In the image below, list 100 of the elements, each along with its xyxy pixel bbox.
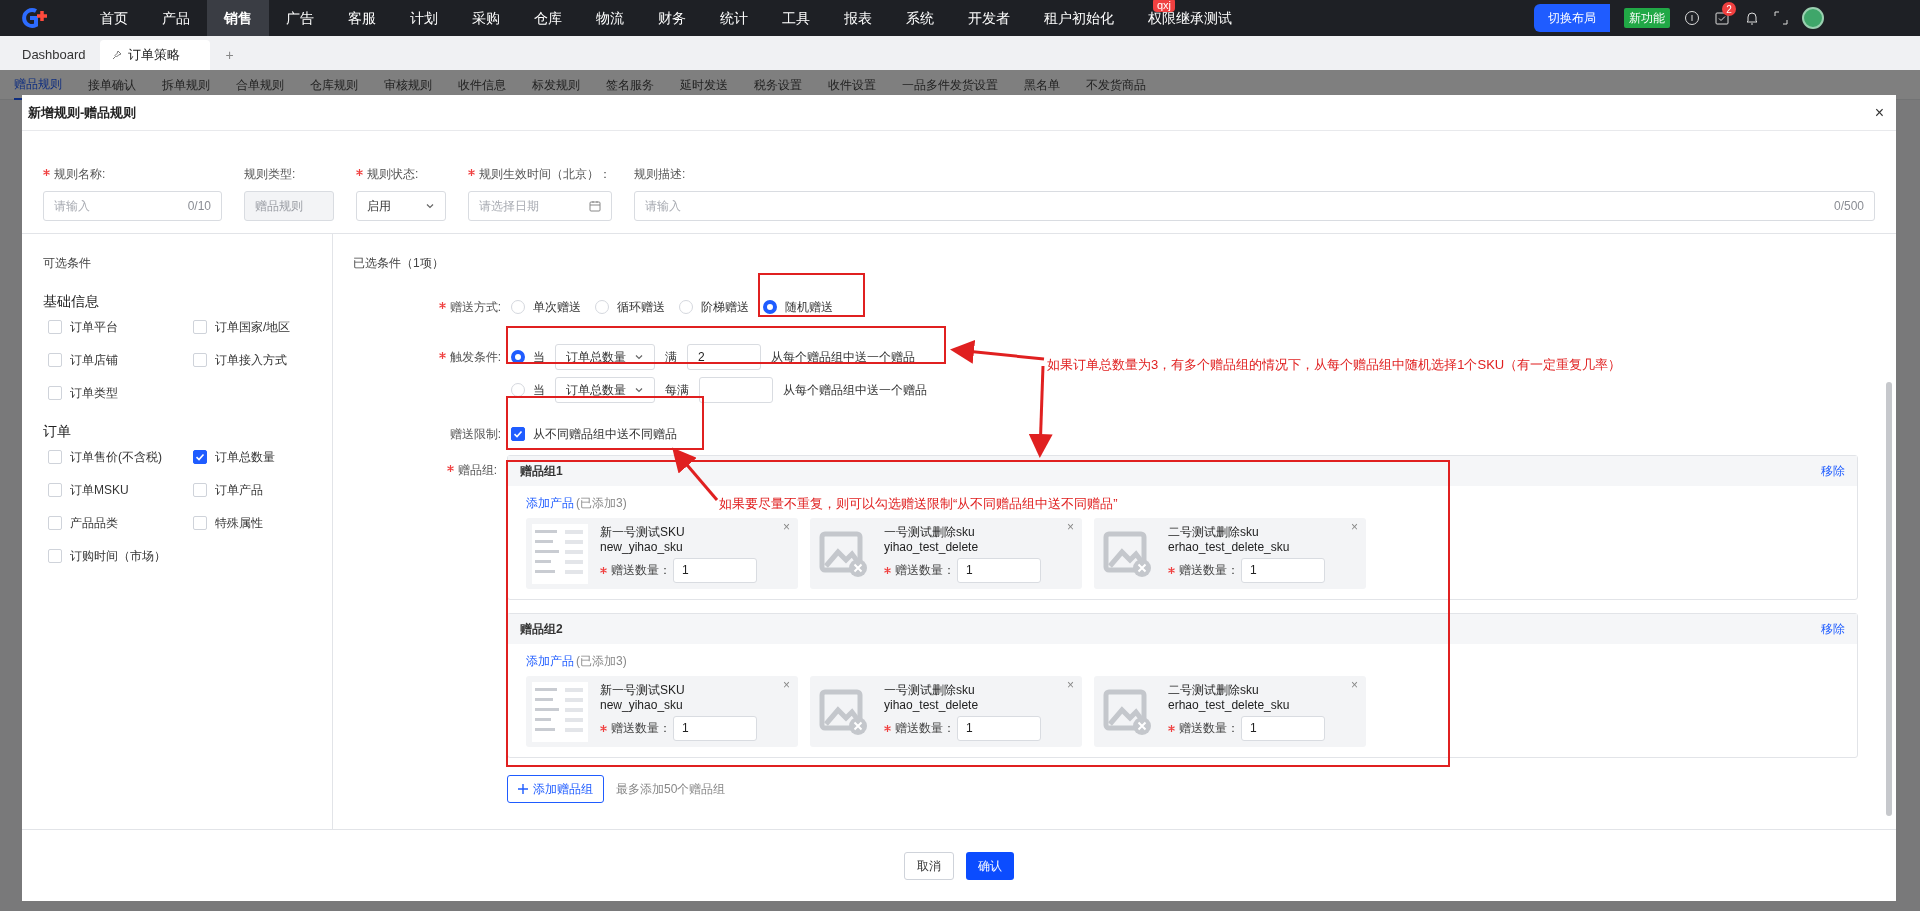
added-count: (已添加3)	[576, 495, 627, 512]
field-label: 规则生效时间（北京）：	[468, 165, 612, 183]
add-tab-button[interactable]: +	[211, 40, 248, 70]
required-icon	[600, 566, 607, 574]
add-product-link[interactable]: 添加产品	[526, 652, 574, 670]
hint-text: 最多添加50个赠品组	[616, 781, 726, 798]
nav-menu-item[interactable]: 客服	[331, 0, 393, 36]
required-icon	[446, 465, 454, 472]
quantity-label: 赠送数量：	[1179, 720, 1239, 736]
select-value: 启用	[367, 198, 391, 215]
form-label: 赠送限制:	[448, 426, 502, 443]
nav-menu-item[interactable]: 仓库	[517, 0, 579, 36]
metric-select[interactable]: 订单总数量	[555, 377, 655, 403]
confirm-button[interactable]: 确认	[966, 851, 1014, 880]
character-counter: 0/500	[1833, 198, 1864, 215]
operator-label: 每满	[665, 382, 689, 399]
user-badge: qxj	[1153, 0, 1176, 12]
avatar[interactable]	[1802, 7, 1824, 29]
nav-menu-item[interactable]: 报表	[827, 0, 889, 36]
option-label: 阶梯赠送	[701, 299, 749, 316]
nav-menu-item[interactable]: 首页	[83, 0, 145, 36]
remove-link[interactable]: 移除	[1821, 620, 1845, 638]
switch-layout-button[interactable]: 切换布局	[1534, 4, 1610, 32]
required-icon	[884, 724, 891, 732]
nav-menu-item[interactable]: 权限继承测试 qxj	[1131, 0, 1249, 36]
new-feature-badge[interactable]: 新功能	[1624, 8, 1670, 28]
nav-menu-item[interactable]: 产品	[145, 0, 207, 36]
product-name: 一号测试删除sku	[884, 524, 976, 540]
fullscreen-icon[interactable]	[1774, 11, 1788, 25]
condition-label: 订单平台	[70, 319, 118, 336]
threshold-field[interactable]: 2	[687, 344, 761, 370]
quantity-field[interactable]: 1	[1241, 715, 1325, 741]
chevron-down-icon	[634, 352, 644, 362]
bell-icon[interactable]	[1744, 10, 1760, 26]
trigger-description: 从每个赠品组中送一个赠品	[783, 382, 927, 399]
condition-label: 订单接入方式	[215, 352, 287, 369]
nav-menu-item[interactable]: 财务	[641, 0, 703, 36]
quantity-field[interactable]: 1	[957, 557, 1041, 583]
nav-menu-item[interactable]: 统计	[703, 0, 765, 36]
nav-menu-item[interactable]: 广告	[269, 0, 331, 36]
quantity-label: 赠送数量：	[895, 720, 955, 736]
threshold-field[interactable]	[699, 377, 773, 403]
product-name: 新一号测试SKU	[600, 524, 686, 540]
close-button[interactable]: ×	[783, 521, 790, 533]
annotation-text: 如果订单总数量为3，有多个赠品组的情况下，从每个赠品组中随机选择1个SKU（有一定重复几率）	[1047, 356, 1622, 374]
close-button[interactable]: ×	[783, 679, 790, 691]
required-icon	[356, 169, 363, 176]
add-group-button[interactable]: 添加赠品组	[507, 775, 604, 803]
required-icon	[884, 566, 891, 574]
scrollbar[interactable]	[1886, 382, 1892, 816]
form-label: 触发条件:	[353, 348, 511, 366]
nav-menu-item[interactable]: 租户初始化	[1027, 0, 1131, 36]
product-code: erhao_test_delete_sku	[1168, 697, 1291, 713]
close-button[interactable]: ×	[1351, 679, 1358, 691]
page-tab[interactable]: Dashboard	[10, 40, 98, 70]
metric-select[interactable]: 订单总数量	[555, 344, 655, 370]
close-button[interactable]: ×	[1351, 521, 1358, 533]
quantity-field[interactable]: 1	[673, 715, 757, 741]
calendar-icon	[589, 200, 601, 212]
quantity-field[interactable]: 1	[673, 557, 757, 583]
section-heading: 订单	[43, 422, 72, 441]
nav-menu-item[interactable]: 工具	[765, 0, 827, 36]
panel-title: 已选条件（1项）	[353, 255, 445, 272]
form-label: 赠品组:	[353, 455, 507, 803]
field-label: 规则描述:	[634, 166, 687, 183]
field-label: 规则名称:	[43, 165, 222, 183]
page-tab[interactable]: 订单策略	[99, 40, 210, 70]
input-field[interactable]: 请输入 0/500	[634, 191, 1875, 221]
checkbox[interactable]	[193, 450, 207, 464]
nav-menu-item[interactable]: 采购	[455, 0, 517, 36]
required-icon	[600, 724, 607, 732]
option-label: 随机赠送	[785, 299, 833, 316]
close-button[interactable]: ×	[1067, 679, 1074, 691]
cancel-button[interactable]: 取消	[904, 851, 954, 880]
nav-menu-item[interactable]: 开发者	[951, 0, 1027, 36]
quantity-field[interactable]: 1	[1241, 557, 1325, 583]
nav-menu-item[interactable]: 销售	[207, 0, 269, 36]
nav-menu-item[interactable]: 计划	[393, 0, 455, 36]
radio-button[interactable]	[763, 300, 777, 314]
notification-count: 2	[1722, 2, 1736, 16]
quantity-label: 赠送数量：	[611, 720, 671, 736]
select-value: 订单总数量	[566, 349, 626, 366]
status-select[interactable]: 启用	[356, 191, 446, 221]
remove-link[interactable]: 移除	[1821, 462, 1845, 480]
nav-menu-item[interactable]: 系统	[889, 0, 951, 36]
input-field[interactable]: 请输入 0/10	[43, 191, 222, 221]
product-name: 新一号测试SKU	[600, 682, 686, 698]
trigger-description: 从每个赠品组中送一个赠品	[771, 349, 915, 366]
close-button[interactable]: ×	[1874, 100, 1884, 125]
nav-menu-item[interactable]: 物流	[579, 0, 641, 36]
checkbox[interactable]	[511, 427, 525, 441]
add-product-link[interactable]: 添加产品	[526, 494, 574, 512]
quantity-field[interactable]: 1	[957, 715, 1041, 741]
section-heading: 基础信息	[43, 292, 100, 311]
group-title: 赠品组1	[520, 463, 563, 480]
product-name: 二号测试删除sku	[1168, 682, 1260, 698]
info-circle-icon[interactable]	[1684, 10, 1700, 26]
product-code: new_yihao_sku	[600, 697, 684, 713]
required-icon	[438, 302, 446, 309]
close-button[interactable]: ×	[1067, 521, 1074, 533]
